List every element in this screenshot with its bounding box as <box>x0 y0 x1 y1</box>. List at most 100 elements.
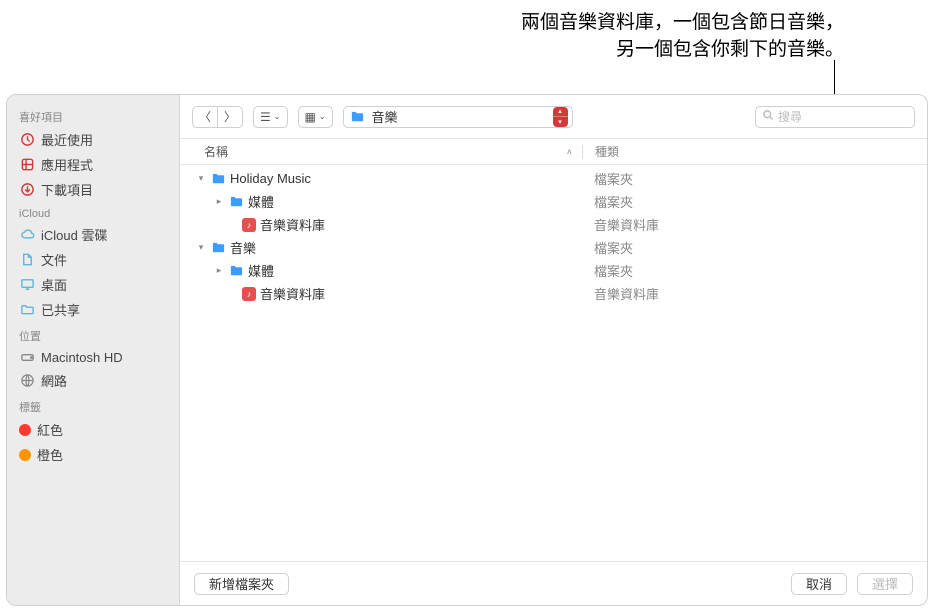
sidebar-item-label: iCloud 雲碟 <box>41 225 107 244</box>
search-input[interactable]: 搜尋 <box>755 106 915 128</box>
cancel-button[interactable]: 取消 <box>791 573 847 595</box>
main-pane: 〈 〉 ☰ ⌄ ▦ ⌄ 音樂 ▴ ▾ <box>180 95 927 605</box>
file-name-cell: ♪音樂資料庫 <box>192 215 594 234</box>
list-icon: ☰ <box>260 110 271 124</box>
clock-icon <box>19 132 35 148</box>
sidebar-item-label: Macintosh HD <box>41 350 123 365</box>
file-listing: ▾Holiday Music檔案夾▸媒體檔案夾♪音樂資料庫音樂資料庫▾音樂檔案夾… <box>180 165 927 561</box>
file-row[interactable]: ▸ 媒體 檔案夾 <box>180 259 927 282</box>
nav-group: 〈 〉 <box>192 106 243 128</box>
sidebar-item-tag-red[interactable]: 紅色 <box>7 417 179 442</box>
file-row[interactable]: ▸ 媒體 檔案夾 <box>180 190 927 213</box>
file-row[interactable]: ▾ Holiday Music 檔案夾 <box>180 167 927 190</box>
search-placeholder: 搜尋 <box>778 108 802 125</box>
sidebar-item-tag-orange[interactable]: 橙色 <box>7 442 179 467</box>
music-library-icon: ♪ <box>242 287 256 301</box>
sidebar-item-recents[interactable]: 最近使用 <box>7 127 179 152</box>
sidebar-item-applications[interactable]: 應用程式 <box>7 152 179 177</box>
sidebar-section-locations: 位置 <box>7 322 179 346</box>
file-name-cell: ▾ Holiday Music <box>192 171 594 187</box>
sidebar-item-documents[interactable]: 文件 <box>7 247 179 272</box>
sidebar-item-network[interactable]: 網路 <box>7 368 179 393</box>
network-icon <box>19 373 35 389</box>
disclosure-triangle-icon[interactable]: ▸ <box>214 196 224 207</box>
file-name-label: 音樂資料庫 <box>260 284 325 303</box>
sidebar-item-label: 橙色 <box>37 445 63 464</box>
file-kind-cell: 音樂資料庫 <box>594 215 659 234</box>
sidebar-item-shared[interactable]: 已共享 <box>7 297 179 322</box>
search-icon <box>762 109 774 124</box>
sidebar-item-desktop[interactable]: 桌面 <box>7 272 179 297</box>
sidebar-item-label: 下載項目 <box>41 180 93 199</box>
disclosure-triangle-icon[interactable]: ▸ <box>214 265 224 276</box>
choose-button[interactable]: 選擇 <box>857 573 913 595</box>
file-name-label: 音樂 <box>230 238 256 257</box>
sidebar-section-icloud: iCloud <box>7 202 179 222</box>
disk-icon <box>19 349 35 365</box>
sidebar-item-icloud-drive[interactable]: iCloud 雲碟 <box>7 222 179 247</box>
chevron-right-icon: 〉 <box>224 108 236 125</box>
annotation-line2: 另一個包含你剩下的音樂。 <box>521 37 844 64</box>
footer: 新增檔案夾 取消 選擇 <box>180 561 927 605</box>
sidebar-item-downloads[interactable]: 下載項目 <box>7 177 179 202</box>
cloud-icon <box>19 227 35 243</box>
column-header: 名稱 ˄ 種類 <box>180 139 927 165</box>
stepper-down-icon[interactable]: ▾ <box>553 117 568 127</box>
tag-dot-red <box>19 424 31 436</box>
file-row[interactable]: ♪音樂資料庫音樂資料庫 <box>180 213 927 236</box>
back-button[interactable]: 〈 <box>192 106 217 128</box>
sidebar-section-tags: 標籤 <box>7 393 179 417</box>
disclosure-triangle-icon[interactable]: ▾ <box>196 242 206 253</box>
path-stepper: ▴ ▾ <box>553 107 568 127</box>
sidebar-item-label: 桌面 <box>41 275 67 294</box>
folder-icon <box>228 263 244 279</box>
document-icon <box>19 252 35 268</box>
sidebar-item-macintosh-hd[interactable]: Macintosh HD <box>7 346 179 368</box>
icons-icon: ▦ <box>305 110 316 124</box>
sidebar-item-label: 應用程式 <box>41 155 93 174</box>
file-name-label: 媒體 <box>248 192 274 211</box>
folder-icon <box>210 240 226 256</box>
sidebar-section-favorites: 喜好項目 <box>7 103 179 127</box>
downloads-icon <box>19 182 35 198</box>
annotation: 兩個音樂資料庫，一個包含節日音樂， 另一個包含你剩下的音樂。 <box>521 10 844 63</box>
view-button[interactable]: ▦ ⌄ <box>298 106 333 128</box>
group-button[interactable]: ☰ ⌄ <box>253 106 287 128</box>
stepper-up-icon[interactable]: ▴ <box>553 107 568 117</box>
disclosure-triangle-icon[interactable]: ▾ <box>196 173 206 184</box>
path-popup[interactable]: 音樂 ▴ ▾ <box>343 106 573 128</box>
sidebar: 喜好項目 最近使用 應用程式 下載項目 iCloud iCloud 雲碟 文件 … <box>7 95 180 605</box>
file-row[interactable]: ♪ 音樂資料庫 音樂資料庫 <box>180 282 927 305</box>
path-label: 音樂 <box>372 107 398 126</box>
file-kind-cell: 檔案夾 <box>594 192 633 211</box>
file-row[interactable]: ▾ 音樂 檔案夾 <box>180 236 927 259</box>
file-name-cell: ▸ 媒體 <box>192 261 594 280</box>
file-kind-cell: 檔案夾 <box>594 169 633 188</box>
applications-icon <box>19 157 35 173</box>
file-kind-cell: 檔案夾 <box>594 238 633 257</box>
file-name-cell: ▾ 音樂 <box>192 238 594 257</box>
annotation-line1: 兩個音樂資料庫，一個包含節日音樂， <box>521 10 844 37</box>
column-kind[interactable]: 種類 <box>595 145 619 159</box>
tag-dot-orange <box>19 449 31 461</box>
chevron-down-icon: ⌄ <box>274 112 281 121</box>
folder-icon <box>350 109 366 125</box>
file-name-label: Holiday Music <box>230 171 311 186</box>
chevron-down-icon: ⌄ <box>319 112 326 121</box>
forward-button[interactable]: 〉 <box>217 106 243 128</box>
toolbar: 〈 〉 ☰ ⌄ ▦ ⌄ 音樂 ▴ ▾ <box>180 95 927 139</box>
sidebar-item-label: 已共享 <box>41 300 80 319</box>
sidebar-item-label: 網路 <box>41 371 67 390</box>
desktop-icon <box>19 277 35 293</box>
folder-icon <box>210 171 226 187</box>
file-kind-cell: 音樂資料庫 <box>594 284 659 303</box>
file-chooser-window: 喜好項目 最近使用 應用程式 下載項目 iCloud iCloud 雲碟 文件 … <box>6 94 928 606</box>
chevron-left-icon: 〈 <box>199 108 211 125</box>
new-folder-button[interactable]: 新增檔案夾 <box>194 573 289 595</box>
column-name[interactable]: 名稱 <box>204 143 228 160</box>
file-kind-cell: 檔案夾 <box>594 261 633 280</box>
file-name-label: 音樂資料庫 <box>260 215 325 234</box>
file-name-label: 媒體 <box>248 261 274 280</box>
shared-icon <box>19 302 35 318</box>
file-name-cell: ♪ 音樂資料庫 <box>192 284 594 303</box>
